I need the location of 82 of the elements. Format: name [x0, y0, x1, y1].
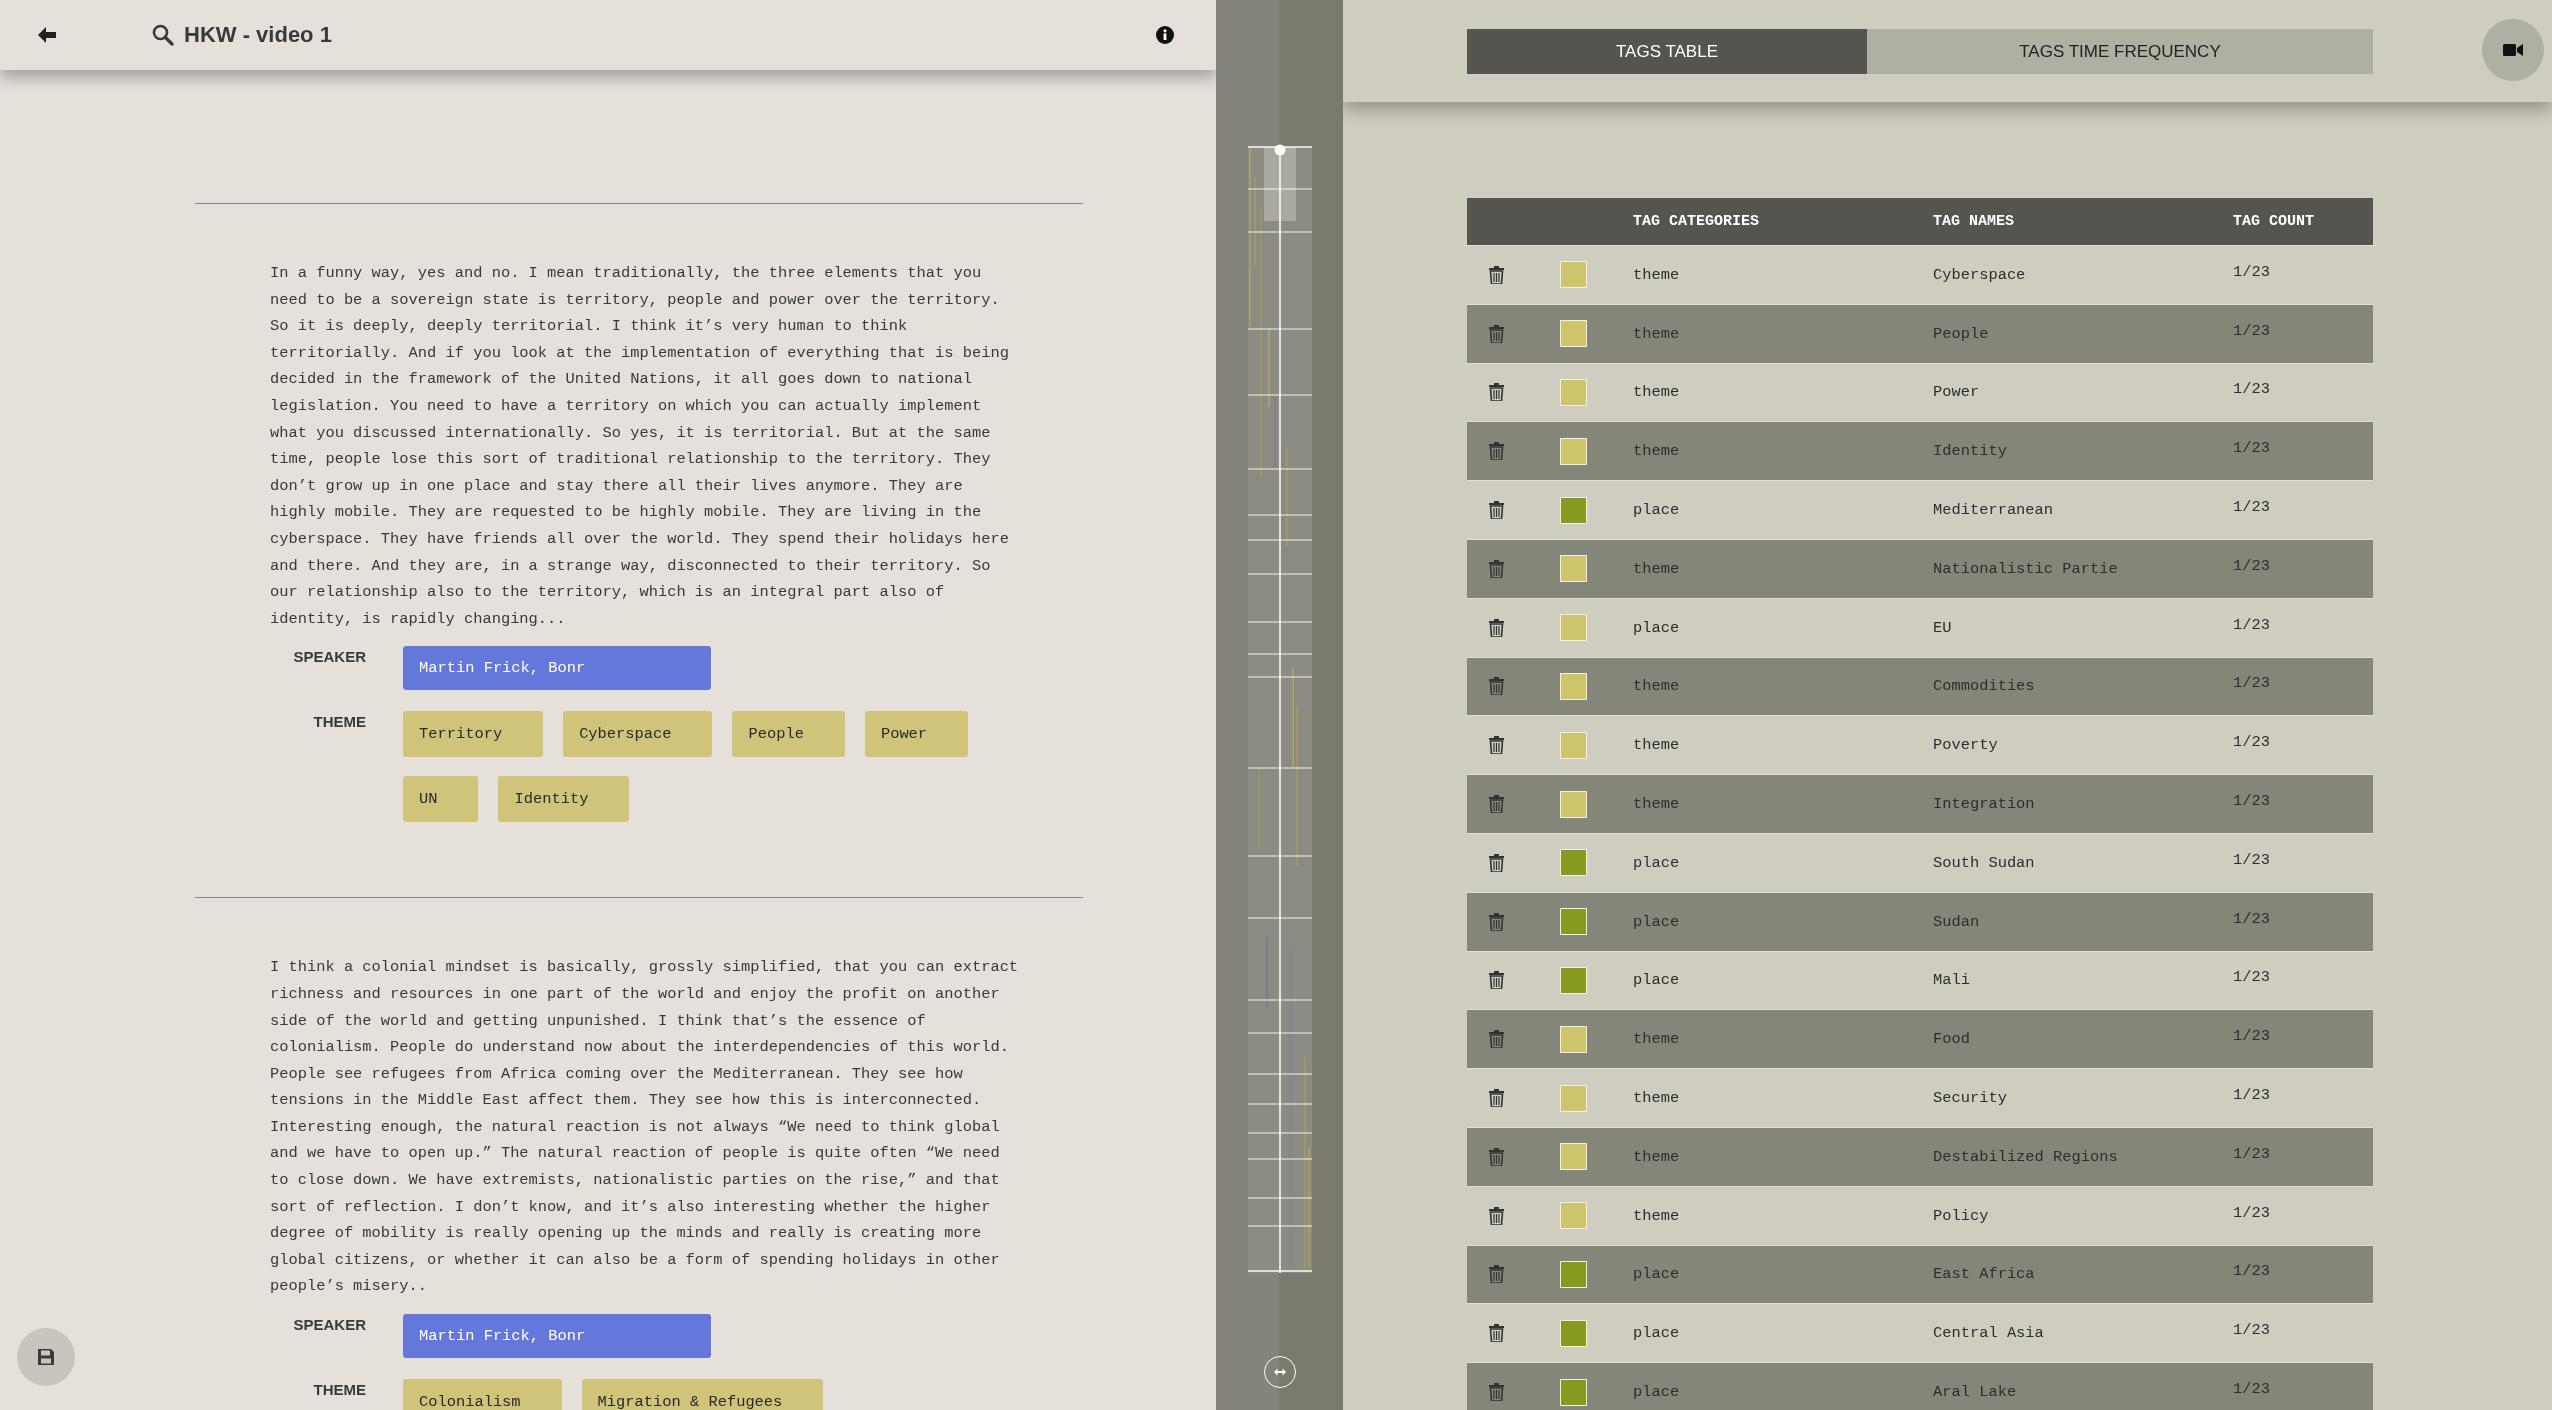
table-cell-text: Poverty: [1933, 736, 1999, 755]
table-cell-text: Policy: [1933, 1206, 1990, 1225]
table-cell-text: Food: [1933, 1030, 1971, 1049]
table-cell-text: Power: [1933, 383, 1981, 402]
table-cell-text: 1/23: [2233, 1203, 2271, 1222]
table-cell-text: East Africa: [1933, 1265, 2036, 1284]
theme-tag[interactable]: People: [732, 711, 845, 758]
table-cell-text: 1/23: [2233, 733, 2271, 752]
table-cell-text: Integration: [1933, 795, 2036, 814]
table-cell-text: theme: [1633, 265, 1681, 284]
table-cell-text: theme: [1633, 1206, 1681, 1225]
table-cell-text: theme: [1633, 677, 1681, 696]
table-cell-text: Aral Lake: [1933, 1383, 2018, 1402]
table-cell-text: theme: [1633, 383, 1681, 402]
table-cell-text: Destabilized Regions: [1933, 1147, 2119, 1166]
table-cell-text: 1/23: [2233, 1027, 2271, 1046]
table-cell-text: place: [1633, 912, 1681, 931]
table-cell-text: 1/23: [2233, 1086, 2271, 1105]
table-cell-text: Nationalistic Partie: [1933, 559, 2119, 578]
table-cell-text: 1/23: [2233, 498, 2271, 517]
table-cell-text: EU: [1933, 618, 1953, 637]
table-cell-text: Central Asia: [1933, 1324, 2045, 1343]
theme-label: THEME: [313, 1381, 366, 1399]
table-cell-text: 1/23: [2233, 850, 2271, 869]
theme-tag[interactable]: Colonialism: [403, 1379, 562, 1410]
table-cell-text: theme: [1633, 1089, 1681, 1108]
theme-tag[interactable]: Migration & Refugees: [581, 1379, 824, 1410]
table-cell-text: place: [1633, 1265, 1681, 1284]
table-cell-text: South Sudan: [1933, 853, 2036, 872]
table-cell-text: 1/23: [2233, 1144, 2271, 1163]
table-cell-text: 1/23: [2233, 1321, 2271, 1340]
table-cell-text: Identity: [1933, 442, 2008, 461]
speaker-label: SPEAKER: [293, 1316, 366, 1334]
table-cell-text: 1/23: [2233, 556, 2271, 575]
table-cell-text: place: [1633, 501, 1681, 520]
table-cell-text: 1/23: [2233, 615, 2271, 634]
table-cell-text: 1/23: [2233, 909, 2271, 928]
table-cell-text: theme: [1633, 559, 1681, 578]
video-title: HKW - video 1: [184, 22, 332, 48]
table-cell-text: 1/23: [2233, 1262, 2271, 1281]
table-cell-text: place: [1633, 971, 1681, 990]
table-cell-text: Sudan: [1933, 912, 1981, 931]
table-cell-text: theme: [1633, 442, 1681, 461]
theme-tag[interactable]: Identity: [498, 776, 630, 823]
theme-tag[interactable]: Territory: [403, 711, 544, 758]
table-cell-text: 1/23: [2233, 321, 2271, 340]
table-cell-text: theme: [1633, 795, 1681, 814]
table-cell-text: Mediterranean: [1933, 501, 2055, 520]
table-cell-text: place: [1633, 853, 1681, 872]
column-header: TAG NAMES: [1933, 213, 2015, 230]
table-cell-text: People: [1933, 324, 1990, 343]
transcript-paragraph: In a funny way, yes and no. I mean traditionally, the three elements that you need to be a sovereign state is territory, people and power over the territory. So it is deeply, deeply territorial. I think it’s very human to think territorially. And if you look at the implementation of everything that is being decided in the framework of the United Nations, it all goes down to national legislation. You need to have a territory on which you can actually implement what you discussed internationally. So yes, it is territorial. But at the same time, people lose this sort of traditional relationship to the territory. They don’t grow up in one place and stay there all their lives anymore. They are highly mobile. They are requested to be highly mobile. They are living in the cyberspace. They have friends all over the world. They spend their holidays here and there. And they are, in a strange way, disconnected to their territory. So our relationship also to the territory, which is an integral part also of identity, is rapidly changing...: [270, 263, 1010, 630]
column-header: TAG CATEGORIES: [1633, 213, 1761, 230]
table-cell-text: 1/23: [2233, 674, 2271, 693]
theme-tag[interactable]: UN: [403, 776, 479, 823]
table-cell-text: theme: [1633, 736, 1681, 755]
table-cell-text: 1/23: [2233, 792, 2271, 811]
table-cell-text: theme: [1633, 324, 1681, 343]
tab[interactable]: TAGS TABLE: [1467, 29, 1867, 74]
table-cell-text: place: [1633, 1324, 1681, 1343]
theme-label: THEME: [313, 713, 366, 731]
transcript-paragraph: I think a colonial mindset is basically, grossly simplified, that you can extract richness and resources in one part of the world and enjoy the profit on another side of the world and getting unpunished. I think that’s the essence of colonialism. People do understand now about the interdependencies of this world. People see refugees from Africa coming over the Mediterranean. They see how tensions in the Middle East affect them. They see how this is interconnected. Interesting enough, the natural reaction is not always “We need to think global and we have to open up.” The natural reaction of people is quite often “We need to close down. We have extremists, nationalistic parties on the rise,” and that sort of reflection. I don’t know, and it’s also interesting whether the higher degree of mobility is really opening up the minds and really is creating more global citizens, or whether it can also be a form of spending holidays in other people’s misery..: [270, 957, 1020, 1298]
table-cell-text: Mali: [1933, 971, 1971, 990]
table-cell-text: 1/23: [2233, 439, 2271, 458]
table-cell-text: theme: [1633, 1030, 1681, 1049]
speaker-label: SPEAKER: [293, 648, 366, 666]
table-cell-text: place: [1633, 1383, 1681, 1402]
column-header: TAG COUNT: [2233, 213, 2315, 230]
table-cell-text: Commodities: [1933, 677, 2036, 696]
table-cell-text: 1/23: [2233, 380, 2271, 399]
table-cell-text: Cyberspace: [1933, 265, 2027, 284]
tab[interactable]: TAGS TIME FREQUENCY: [1867, 29, 2373, 74]
speaker-tag[interactable]: Martin Frick, Bonr: [403, 1314, 711, 1359]
table-cell-text: theme: [1633, 1147, 1681, 1166]
table-cell-text: 1/23: [2233, 262, 2271, 281]
theme-tag[interactable]: Power: [864, 711, 969, 758]
table-cell-text: 1/23: [2233, 1380, 2271, 1399]
table-cell-text: 1/23: [2233, 968, 2271, 987]
speaker-tag[interactable]: Martin Frick, Bonr: [403, 646, 711, 691]
theme-tag[interactable]: Cyberspace: [563, 711, 713, 758]
table-cell-text: Security: [1933, 1089, 2008, 1108]
table-cell-text: place: [1633, 618, 1681, 637]
